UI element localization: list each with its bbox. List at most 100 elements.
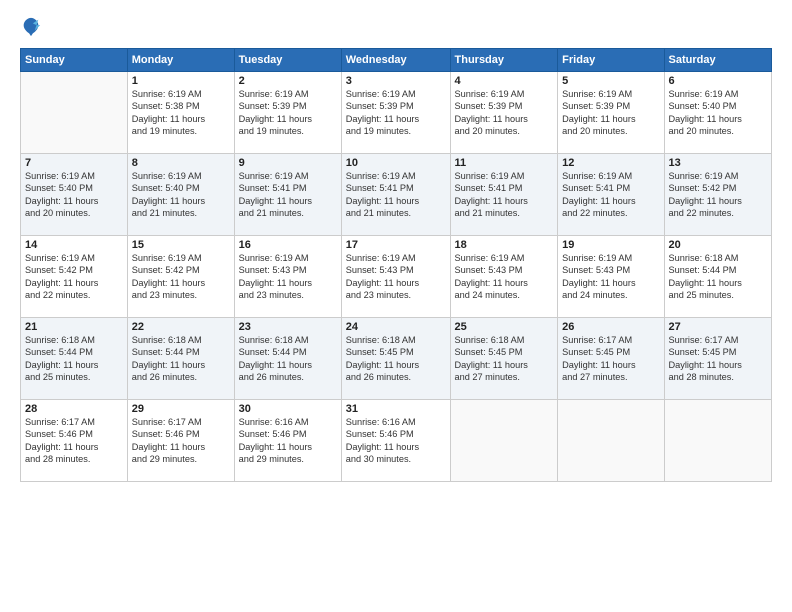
day-info: Sunrise: 6:19 AMSunset: 5:39 PMDaylight:… xyxy=(455,88,554,138)
calendar-cell xyxy=(664,400,772,482)
day-number: 10 xyxy=(346,157,446,169)
day-number: 19 xyxy=(562,239,659,251)
week-row-3: 14 Sunrise: 6:19 AMSunset: 5:42 PMDayligh… xyxy=(21,236,772,318)
calendar-cell: 14Sunrise: 6:19 AMSunset: 5:42 PMDayligh… xyxy=(21,236,128,318)
day-number: 1 xyxy=(132,75,230,87)
calendar-cell: 2Sunrise: 6:19 AMSunset: 5:39 PMDaylight… xyxy=(234,72,341,154)
header xyxy=(20,16,772,38)
day-number: 12 xyxy=(562,157,659,169)
day-number: 14 xyxy=(25,239,123,251)
calendar-cell: 25Sunrise: 6:18 AMSunset: 5:45 PMDayligh… xyxy=(450,318,558,400)
page: SundayMondayTuesdayWednesdayThursdayFrid… xyxy=(0,0,792,612)
day-info: Sunrise: 6:18 AMSunset: 5:44 PMDaylight:… xyxy=(239,334,337,384)
day-number: 2 xyxy=(239,75,337,87)
day-number: 8 xyxy=(132,157,230,169)
calendar-cell xyxy=(558,400,664,482)
day-number: 5 xyxy=(562,75,659,87)
weekday-tuesday: Tuesday xyxy=(234,49,341,72)
calendar-cell: 13Sunrise: 6:19 AMSunset: 5:42 PMDayligh… xyxy=(664,154,772,236)
day-number: 3 xyxy=(346,75,446,87)
day-number: 29 xyxy=(132,403,230,415)
weekday-sunday: Sunday xyxy=(21,49,128,72)
calendar-cell: 27Sunrise: 6:17 AMSunset: 5:45 PMDayligh… xyxy=(664,318,772,400)
day-info: Sunrise: 6:18 AMSunset: 5:44 PMDaylight:… xyxy=(669,252,768,302)
day-info: Sunrise: 6:19 AMSunset: 5:39 PMDaylight:… xyxy=(562,88,659,138)
calendar-cell: 30Sunrise: 6:16 AMSunset: 5:46 PMDayligh… xyxy=(234,400,341,482)
day-info: Sunrise: 6:16 AMSunset: 5:46 PMDaylight:… xyxy=(239,416,337,466)
calendar-cell: 28Sunrise: 6:17 AMSunset: 5:46 PMDayligh… xyxy=(21,400,128,482)
calendar-cell: 20Sunrise: 6:18 AMSunset: 5:44 PMDayligh… xyxy=(664,236,772,318)
calendar-cell: 31Sunrise: 6:16 AMSunset: 5:46 PMDayligh… xyxy=(341,400,450,482)
day-number: 22 xyxy=(132,321,230,333)
calendar-cell: 18Sunrise: 6:19 AMSunset: 5:43 PMDayligh… xyxy=(450,236,558,318)
day-info: Sunrise: 6:17 AMSunset: 5:46 PMDaylight:… xyxy=(25,416,123,466)
calendar-cell: 5Sunrise: 6:19 AMSunset: 5:39 PMDaylight… xyxy=(558,72,664,154)
day-number: 17 xyxy=(346,239,446,251)
week-row-1: 1Sunrise: 6:19 AMSunset: 5:38 PMDaylight… xyxy=(21,72,772,154)
day-info: Sunrise: 6:19 AMSunset: 5:43 PMDaylight:… xyxy=(455,252,554,302)
day-info: Sunrise: 6:19 AMSunset: 5:38 PMDaylight:… xyxy=(132,88,230,138)
day-info: Sunrise: 6:17 AMSunset: 5:45 PMDaylight:… xyxy=(562,334,659,384)
calendar-cell: 17Sunrise: 6:19 AMSunset: 5:43 PMDayligh… xyxy=(341,236,450,318)
day-info: Sunrise: 6:19 AMSunset: 5:39 PMDaylight:… xyxy=(346,88,446,138)
day-info: Sunrise: 6:18 AMSunset: 5:44 PMDaylight:… xyxy=(25,334,123,384)
day-info: Sunrise: 6:19 AMSunset: 5:39 PMDaylight:… xyxy=(239,88,337,138)
calendar-cell: 3Sunrise: 6:19 AMSunset: 5:39 PMDaylight… xyxy=(341,72,450,154)
weekday-friday: Friday xyxy=(558,49,664,72)
calendar-cell: 15Sunrise: 6:19 AMSunset: 5:42 PMDayligh… xyxy=(127,236,234,318)
calendar-cell xyxy=(450,400,558,482)
logo xyxy=(20,16,46,38)
calendar-cell: 8Sunrise: 6:19 AMSunset: 5:40 PMDaylight… xyxy=(127,154,234,236)
week-row-5: 28Sunrise: 6:17 AMSunset: 5:46 PMDayligh… xyxy=(21,400,772,482)
calendar-cell: 23Sunrise: 6:18 AMSunset: 5:44 PMDayligh… xyxy=(234,318,341,400)
calendar-cell: 21Sunrise: 6:18 AMSunset: 5:44 PMDayligh… xyxy=(21,318,128,400)
calendar-cell xyxy=(21,72,128,154)
day-number: 13 xyxy=(669,157,768,169)
day-info: Sunrise: 6:17 AMSunset: 5:45 PMDaylight:… xyxy=(669,334,768,384)
day-info: Sunrise: 6:16 AMSunset: 5:46 PMDaylight:… xyxy=(346,416,446,466)
day-number: 9 xyxy=(239,157,337,169)
day-number: 4 xyxy=(455,75,554,87)
day-number: 21 xyxy=(25,321,123,333)
weekday-saturday: Saturday xyxy=(664,49,772,72)
day-number: 18 xyxy=(455,239,554,251)
day-number: 16 xyxy=(239,239,337,251)
calendar-cell: 19Sunrise: 6:19 AMSunset: 5:43 PMDayligh… xyxy=(558,236,664,318)
day-number: 27 xyxy=(669,321,768,333)
day-info: Sunrise: 6:19 AMSunset: 5:42 PMDaylight:… xyxy=(132,252,230,302)
calendar-cell: 6Sunrise: 6:19 AMSunset: 5:40 PMDaylight… xyxy=(664,72,772,154)
week-row-2: 7Sunrise: 6:19 AMSunset: 5:40 PMDaylight… xyxy=(21,154,772,236)
day-number: 30 xyxy=(239,403,337,415)
weekday-thursday: Thursday xyxy=(450,49,558,72)
day-info: Sunrise: 6:19 AMSunset: 5:41 PMDaylight:… xyxy=(239,170,337,220)
day-info: Sunrise: 6:18 AMSunset: 5:44 PMDaylight:… xyxy=(132,334,230,384)
calendar-cell: 10Sunrise: 6:19 AMSunset: 5:41 PMDayligh… xyxy=(341,154,450,236)
calendar-cell: 4Sunrise: 6:19 AMSunset: 5:39 PMDaylight… xyxy=(450,72,558,154)
calendar-cell: 24Sunrise: 6:18 AMSunset: 5:45 PMDayligh… xyxy=(341,318,450,400)
day-number: 26 xyxy=(562,321,659,333)
calendar-cell: 16Sunrise: 6:19 AMSunset: 5:43 PMDayligh… xyxy=(234,236,341,318)
day-number: 25 xyxy=(455,321,554,333)
day-info: Sunrise: 6:19 AMSunset: 5:43 PMDaylight:… xyxy=(562,252,659,302)
calendar-cell: 26Sunrise: 6:17 AMSunset: 5:45 PMDayligh… xyxy=(558,318,664,400)
day-number: 23 xyxy=(239,321,337,333)
day-info: Sunrise: 6:18 AMSunset: 5:45 PMDaylight:… xyxy=(346,334,446,384)
week-row-4: 21Sunrise: 6:18 AMSunset: 5:44 PMDayligh… xyxy=(21,318,772,400)
day-info: Sunrise: 6:19 AMSunset: 5:40 PMDaylight:… xyxy=(132,170,230,220)
day-number: 11 xyxy=(455,157,554,169)
day-info: Sunrise: 6:19 AMSunset: 5:41 PMDaylight:… xyxy=(455,170,554,220)
day-number: 15 xyxy=(132,239,230,251)
weekday-monday: Monday xyxy=(127,49,234,72)
day-info: Sunrise: 6:19 AMSunset: 5:41 PMDaylight:… xyxy=(346,170,446,220)
day-info: Sunrise: 6:19 AMSunset: 5:42 PMDaylight:… xyxy=(669,170,768,220)
day-number: 6 xyxy=(669,75,768,87)
day-info: Sunrise: 6:19 AMSunset: 5:40 PMDaylight:… xyxy=(25,170,123,220)
calendar-table: SundayMondayTuesdayWednesdayThursdayFrid… xyxy=(20,48,772,482)
day-number: 31 xyxy=(346,403,446,415)
calendar-cell: 29Sunrise: 6:17 AMSunset: 5:46 PMDayligh… xyxy=(127,400,234,482)
day-info: Sunrise: 6:19 AMSunset: 5:40 PMDaylight:… xyxy=(669,88,768,138)
day-number: 7 xyxy=(25,157,123,169)
day-info: Sunrise: 6:19 AMSunset: 5:41 PMDaylight:… xyxy=(562,170,659,220)
weekday-wednesday: Wednesday xyxy=(341,49,450,72)
day-info: Sunrise: 6:19 AMSunset: 5:43 PMDaylight:… xyxy=(239,252,337,302)
